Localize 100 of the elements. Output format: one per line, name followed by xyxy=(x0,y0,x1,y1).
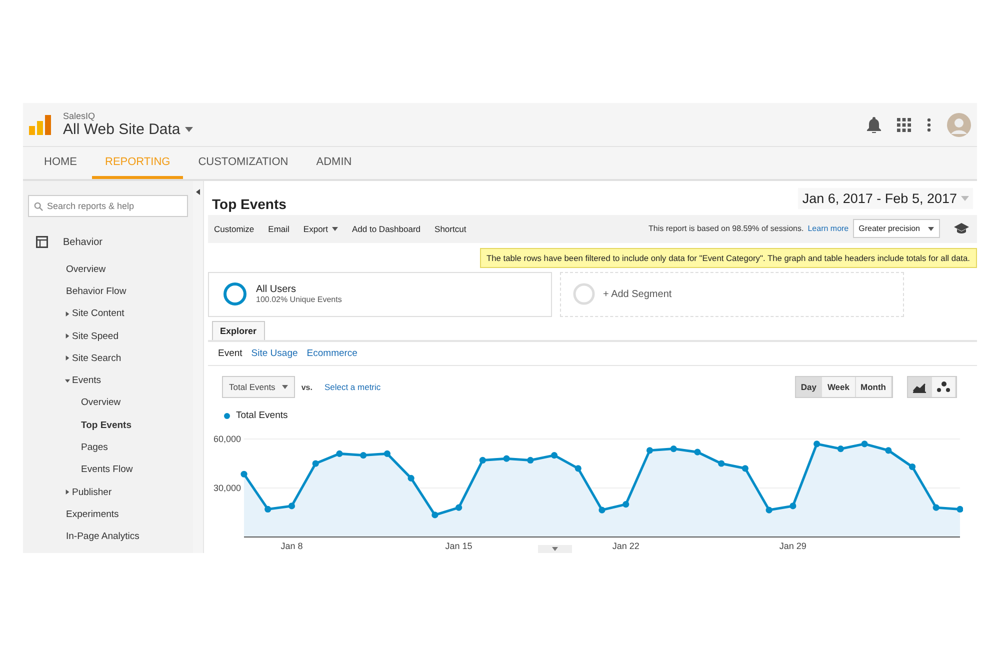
data-point xyxy=(908,463,916,470)
data-point xyxy=(479,456,486,464)
nav-tab[interactable]: HOME xyxy=(31,147,90,179)
sidebar-item[interactable]: Site Content xyxy=(72,308,124,320)
sidebar-item[interactable]: Publisher xyxy=(72,486,112,498)
sidebar-item[interactable]: Overview xyxy=(66,264,106,275)
x-axis-label: Jan 22 xyxy=(612,541,640,551)
more-options-icon[interactable] xyxy=(927,118,931,132)
data-point xyxy=(408,474,414,482)
sidebar-item[interactable]: In-Page Analytics xyxy=(66,531,140,542)
data-point xyxy=(456,504,462,511)
y-axis-label: 30,000 xyxy=(213,483,241,493)
expand-handle[interactable] xyxy=(538,545,572,553)
period-button[interactable]: Month xyxy=(856,377,892,397)
add-segment-card[interactable]: + Add Segment xyxy=(560,272,904,316)
data-point xyxy=(956,506,963,513)
filter-notice: The table rows have been filtered to include only data for "Event Category". The graph and table headers include totals for all data. xyxy=(480,248,977,268)
select-metric-link[interactable]: Select a metric xyxy=(324,382,381,392)
data-point xyxy=(885,447,892,454)
report-title: Top Events xyxy=(212,195,288,212)
data-point xyxy=(932,504,940,511)
caret-icon xyxy=(961,196,969,201)
section-label[interactable]: Behavior xyxy=(63,236,102,248)
caret-icon xyxy=(332,226,338,231)
line-chart-icon xyxy=(913,382,926,392)
subtab[interactable]: Ecommerce xyxy=(306,348,358,359)
toolbar-button[interactable]: Shortcut xyxy=(434,224,466,234)
sidebar-item[interactable]: Events Flow xyxy=(81,464,133,476)
data-point xyxy=(264,506,272,513)
segment-name: All Users xyxy=(256,284,298,295)
collapse-icon[interactable] xyxy=(196,189,200,195)
toolbar-button[interactable]: Export xyxy=(303,224,338,234)
data-point xyxy=(646,447,654,454)
subtab[interactable]: Event xyxy=(218,348,242,359)
explorer-tab[interactable]: Explorer xyxy=(212,321,265,340)
sidebar-item[interactable]: Site Search xyxy=(72,352,122,364)
data-point xyxy=(742,465,748,472)
toolbar-button[interactable]: Customize xyxy=(214,224,254,234)
data-point xyxy=(718,460,725,467)
toolbar-button[interactable]: Add to Dashboard xyxy=(352,224,421,234)
caret-icon xyxy=(928,226,934,231)
data-point xyxy=(384,450,390,457)
ring-icon xyxy=(223,282,247,306)
segment-detail: 100.02% Unique Events xyxy=(256,295,342,304)
data-point xyxy=(312,460,319,467)
caret-icon xyxy=(282,385,288,389)
layout-icon xyxy=(36,236,48,248)
period-button[interactable]: Day xyxy=(796,377,822,397)
data-point xyxy=(837,446,844,452)
property-selector[interactable]: All Web Site Data xyxy=(63,121,194,138)
data-point xyxy=(527,456,534,464)
vs-label: vs. xyxy=(301,382,312,392)
data-point xyxy=(503,455,510,462)
x-axis-label: Jan 29 xyxy=(779,541,806,551)
account-name: SalesIQ xyxy=(63,111,96,121)
segment-card[interactable]: All Users 100.02% Unique Events xyxy=(208,272,552,316)
toolbar-button[interactable]: Email xyxy=(268,224,290,234)
line-chart-button[interactable] xyxy=(908,377,932,397)
sidebar-item[interactable]: Overview xyxy=(81,397,121,408)
data-point xyxy=(336,450,343,457)
apps-grid-icon[interactable] xyxy=(897,118,911,132)
legend-label: Total Events xyxy=(236,410,288,421)
x-axis-label: Jan 8 xyxy=(280,541,303,551)
bubble-chart-icon xyxy=(937,381,950,393)
data-point xyxy=(432,512,438,518)
sidebar-item[interactable]: Behavior Flow xyxy=(66,286,126,297)
data-point xyxy=(790,502,796,510)
data-point xyxy=(622,501,630,508)
add-segment-label: + Add Segment xyxy=(603,288,672,300)
metric-dropdown[interactable]: Total Events xyxy=(222,376,296,398)
sidebar-item[interactable]: Site Speed xyxy=(72,330,118,342)
bubble-chart-button[interactable] xyxy=(932,377,956,397)
data-point xyxy=(288,502,296,510)
data-point xyxy=(670,446,677,452)
data-point xyxy=(694,448,701,456)
sidebar-item[interactable]: Top Events xyxy=(81,420,132,431)
learn-more-link[interactable]: Learn more xyxy=(808,224,849,234)
sampling-note: This report is based on 98.59% of sessions. xyxy=(648,224,804,234)
date-range-picker[interactable]: Jan 6, 2017 - Feb 5, 2017 xyxy=(798,188,973,209)
data-point xyxy=(814,440,820,448)
nav-tab[interactable]: ADMIN xyxy=(303,147,365,179)
subtab[interactable]: Site Usage xyxy=(251,348,298,359)
caret-icon xyxy=(185,127,194,132)
x-axis-label: Jan 15 xyxy=(445,541,472,551)
data-point xyxy=(766,506,772,514)
sidebar-item[interactable]: Events xyxy=(72,375,102,386)
y-axis-label: 60,000 xyxy=(213,434,241,444)
sidebar-item[interactable]: Experiments xyxy=(66,508,119,520)
nav-tab[interactable]: CUSTOMIZATION xyxy=(185,147,302,179)
ring-icon xyxy=(573,283,595,305)
graduation-cap-icon[interactable] xyxy=(954,223,969,234)
data-point xyxy=(598,506,606,514)
bell-icon[interactable] xyxy=(867,116,881,132)
data-point xyxy=(240,470,248,478)
search-field[interactable]: Search reports & help xyxy=(28,195,188,217)
data-point xyxy=(550,452,558,459)
precision-dropdown[interactable]: Greater precision xyxy=(852,219,940,238)
search-icon xyxy=(34,202,43,211)
sidebar-item[interactable]: Pages xyxy=(81,442,108,454)
period-button[interactable]: Week xyxy=(822,377,856,397)
